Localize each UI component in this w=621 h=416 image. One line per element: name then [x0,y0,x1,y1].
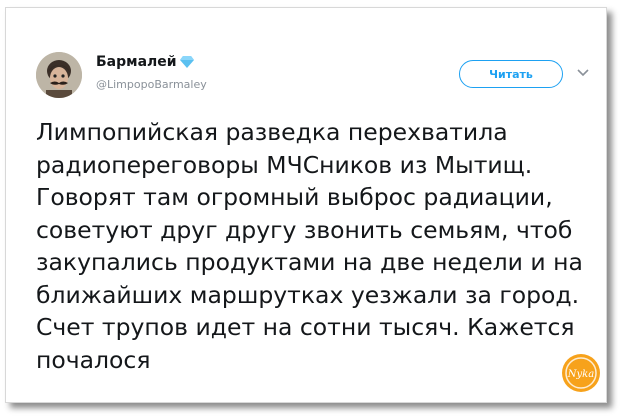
avatar[interactable] [36,52,82,98]
author-name[interactable]: Бармалей [96,54,194,70]
follow-button[interactable]: Читать [459,60,563,88]
watermark-logo: Nyka [562,354,600,392]
diamond-icon [179,56,194,68]
author-name-text[interactable]: Бармалей [96,54,177,70]
chevron-down-icon[interactable] [576,68,590,78]
avatar-image [36,52,82,98]
tweet-text: Лимпопийская разведка перехватила радиоп… [36,118,583,374]
author-handle[interactable]: @LimpopoBarmaley [96,78,207,91]
watermark-text: Nyka [567,369,594,380]
